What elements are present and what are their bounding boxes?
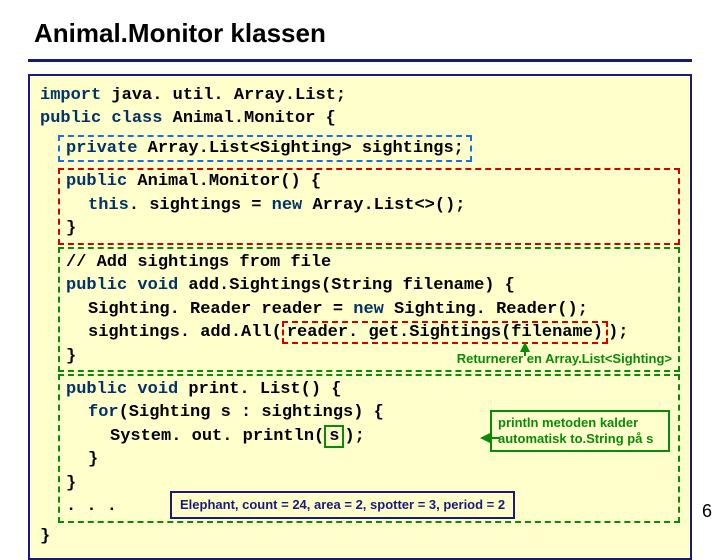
callout-elephant: Elephant, count = 24, area = 2, spotter … [170, 491, 515, 519]
page-number: 6 [702, 501, 712, 522]
constructor-block: public Animal.Monitor() { this. sighting… [58, 168, 680, 244]
code-block: import java. util. Array.List; public cl… [28, 74, 692, 560]
code-line: import java. util. Array.List; [40, 84, 680, 107]
code-line: public class Animal.Monitor { [40, 107, 680, 130]
callout-println: println metoden kalder automatisk to.Str… [490, 410, 670, 453]
slide: Animal.Monitor klassen import java. util… [0, 0, 720, 540]
code-line: } [40, 525, 680, 548]
slide-title: Animal.Monitor klassen [34, 18, 692, 49]
arrow-stem [488, 437, 500, 439]
divider [28, 59, 692, 62]
highlight-reader-call: reader. get.Sightings(filename) [282, 321, 608, 344]
field-declaration: private Array.List<Sighting> sightings; [58, 135, 472, 162]
callout-returns: Returnerer en Array.List<Sighting> [457, 350, 672, 368]
highlight-s: s [324, 425, 344, 448]
addsightings-block: // Add sightings from file public void a… [58, 247, 680, 372]
printlist-block: public void print. List() { for(Sighting… [58, 374, 680, 523]
arrow-stem [524, 350, 526, 356]
